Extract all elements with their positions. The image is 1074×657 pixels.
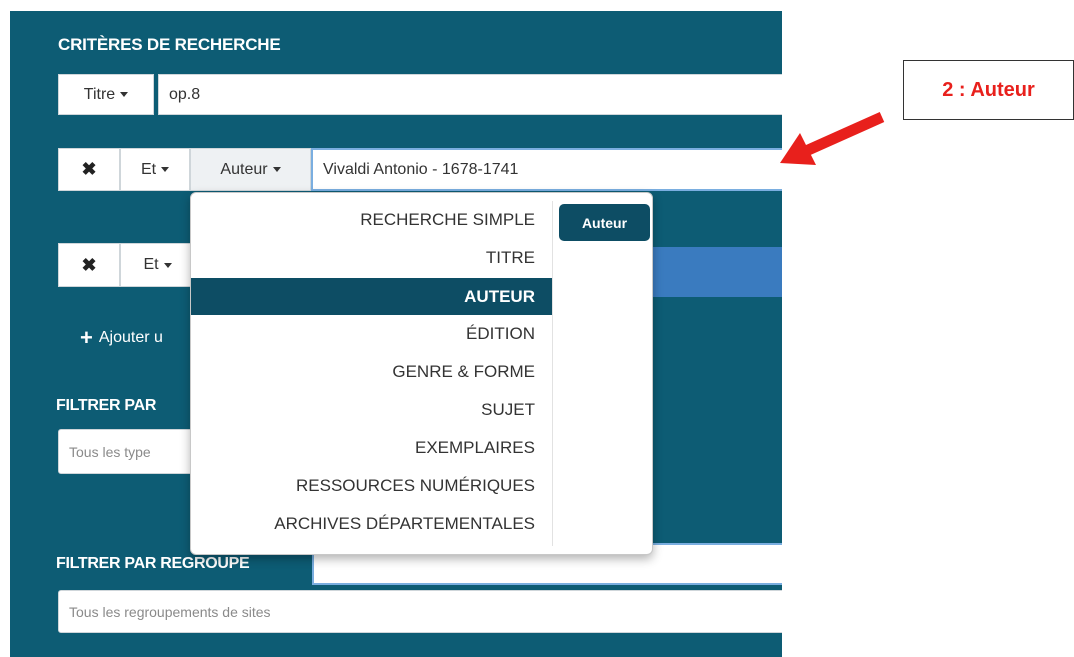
filter-type-label: FILTRER PAR bbox=[56, 397, 157, 414]
filter-group-placeholder: Tous les regroupements de sites bbox=[69, 603, 271, 620]
operator-label: Et bbox=[140, 160, 157, 178]
caret-down-icon bbox=[163, 262, 172, 268]
menu-divider bbox=[552, 201, 553, 546]
annotation-callout: 2 : Auteur bbox=[903, 60, 1074, 120]
menu-item-sujet[interactable]: SUJET bbox=[191, 391, 552, 428]
remove-criterion-button[interactable]: ✖ bbox=[58, 243, 120, 287]
annotation-text: 2 : Auteur bbox=[942, 78, 1035, 101]
remove-criterion-button[interactable]: ✖ bbox=[58, 148, 120, 191]
operator-label: Et bbox=[143, 256, 159, 273]
menu-item-titre[interactable]: TITRE bbox=[191, 239, 552, 276]
menu-item-edition[interactable]: ÉDITION bbox=[191, 315, 552, 352]
menu-item-genre-forme[interactable]: GENRE & FORME bbox=[191, 353, 552, 390]
search-value: Vivaldi Antonio - 1678-1741 bbox=[323, 160, 519, 178]
close-icon: ✖ bbox=[81, 254, 97, 275]
search-submit-bar[interactable] bbox=[641, 247, 782, 297]
field-dropdown-menu: RECHERCHE SIMPLE TITRE AUTEUR ÉDITION GE… bbox=[190, 192, 653, 555]
caret-down-icon bbox=[272, 167, 281, 172]
operator-select[interactable]: Et bbox=[120, 243, 195, 287]
menu-item-recherche-simple[interactable]: RECHERCHE SIMPLE bbox=[191, 201, 552, 238]
red-arrow-icon bbox=[780, 111, 885, 165]
plus-icon: + bbox=[80, 325, 93, 350]
field-select-label: Auteur bbox=[220, 160, 268, 178]
field-select-titre[interactable]: Titre bbox=[58, 74, 154, 115]
caret-down-icon bbox=[161, 167, 170, 172]
menu-item-ressources-numeriques[interactable]: RESSOURCES NUMÉRIQUES bbox=[191, 467, 552, 504]
menu-item-archives-departementales[interactable]: ARCHIVES DÉPARTEMENTALES bbox=[191, 505, 552, 542]
menu-item-exemplaires[interactable]: EXEMPLAIRES bbox=[191, 429, 552, 466]
caret-down-icon bbox=[120, 92, 129, 97]
operator-select[interactable]: Et bbox=[120, 148, 190, 191]
search-value: op.8 bbox=[169, 85, 201, 103]
search-input-author[interactable]: Vivaldi Antonio - 1678-1741 bbox=[311, 148, 782, 191]
search-input-title[interactable]: op.8 bbox=[158, 74, 782, 115]
add-criterion-button[interactable]: + Ajouter u bbox=[80, 325, 163, 350]
filter-group-select[interactable]: Tous les regroupements de sites bbox=[58, 590, 782, 633]
filter-group-label: FILTRER PAR REGROUPE bbox=[56, 555, 250, 572]
panel-title: CRITÈRES DE RECHERCHE bbox=[58, 35, 281, 54]
field-tooltip-tag: Auteur bbox=[559, 204, 650, 241]
field-select-auteur[interactable]: Auteur bbox=[190, 148, 311, 191]
filter-type-placeholder: Tous les type bbox=[69, 443, 151, 460]
field-select-label: Titre bbox=[83, 85, 116, 103]
close-icon: ✖ bbox=[81, 159, 97, 179]
menu-item-auteur[interactable]: AUTEUR bbox=[191, 278, 552, 315]
add-criterion-label: Ajouter u bbox=[98, 329, 163, 346]
